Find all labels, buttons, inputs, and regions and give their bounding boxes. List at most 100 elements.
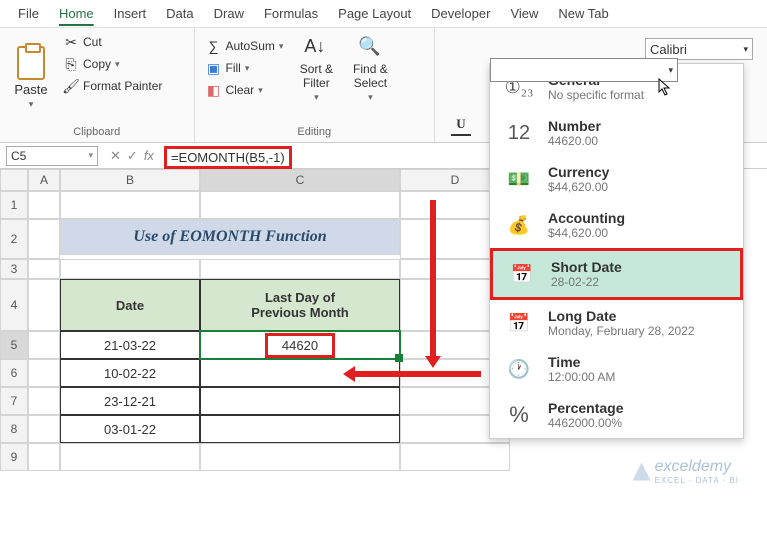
- cell[interactable]: [400, 443, 510, 471]
- sort-filter-button[interactable]: A↓ Sort & Filter ▾: [292, 32, 340, 124]
- col-header-b[interactable]: B: [60, 169, 200, 191]
- cell[interactable]: [28, 219, 60, 259]
- numfmt-sub: 44620.00: [548, 134, 601, 148]
- menu-page-layout[interactable]: Page Layout: [328, 2, 421, 25]
- underline-button[interactable]: U: [451, 116, 471, 136]
- menu-new-tab[interactable]: New Tab: [548, 2, 618, 25]
- numfmt-title: Time: [548, 354, 615, 370]
- cell-date[interactable]: 10-02-22: [60, 359, 200, 387]
- row-header[interactable]: 2: [0, 219, 28, 259]
- menu-draw[interactable]: Draw: [204, 2, 254, 25]
- row-header[interactable]: 6: [0, 359, 28, 387]
- search-icon: 🔍: [358, 36, 382, 60]
- format-painter-label: Format Painter: [83, 79, 162, 93]
- cell[interactable]: [28, 359, 60, 387]
- cell[interactable]: [60, 259, 200, 279]
- menu-view[interactable]: View: [500, 2, 548, 25]
- row-header[interactable]: 9: [0, 443, 28, 471]
- autosum-label: AutoSum: [226, 39, 275, 53]
- numfmt-number[interactable]: 12 Number44620.00: [490, 110, 743, 156]
- cell[interactable]: [200, 443, 400, 471]
- row-header[interactable]: 3: [0, 259, 28, 279]
- cell-date[interactable]: 21-03-22: [60, 331, 200, 359]
- copy-icon: ⎘: [63, 56, 79, 72]
- cell[interactable]: [28, 331, 60, 359]
- menu-formulas[interactable]: Formulas: [254, 2, 328, 25]
- row-header[interactable]: 5: [0, 331, 28, 359]
- numfmt-short-date[interactable]: 📅 Short Date28-02-22: [490, 248, 743, 300]
- menu-data[interactable]: Data: [156, 2, 203, 25]
- numfmt-accounting[interactable]: 💰 Accounting$44,620.00: [490, 202, 743, 248]
- numfmt-sub: 4462000.00%: [548, 416, 623, 430]
- header-line1: Last Day of: [265, 290, 335, 305]
- cell[interactable]: [28, 259, 60, 279]
- col-header-c[interactable]: C: [200, 169, 400, 191]
- cut-label: Cut: [83, 35, 102, 49]
- formula-value: =EOMONTH(B5,-1): [164, 146, 292, 169]
- cell-date[interactable]: 23-12-21: [60, 387, 200, 415]
- col-header-a[interactable]: A: [28, 169, 60, 191]
- find-select-button[interactable]: 🔍 Find & Select ▾: [346, 32, 394, 124]
- fx-icon[interactable]: fx: [144, 148, 154, 163]
- chevron-down-icon: ▾: [668, 65, 673, 76]
- font-name-select[interactable]: Calibri ▾: [645, 38, 753, 60]
- check-icon[interactable]: ✓: [127, 148, 138, 164]
- cell[interactable]: [200, 415, 400, 443]
- paste-button[interactable]: Paste ▾: [8, 32, 54, 124]
- cancel-icon[interactable]: ✕: [110, 148, 121, 164]
- number-format-select[interactable]: ▾: [490, 58, 678, 82]
- numfmt-currency[interactable]: 💵 Currency$44,620.00: [490, 156, 743, 202]
- cell[interactable]: [60, 191, 200, 219]
- copy-button[interactable]: ⎘Copy ▾: [60, 54, 165, 74]
- calendar-icon: 📅: [502, 308, 536, 338]
- clear-button[interactable]: ◧Clear ▾: [203, 80, 287, 100]
- brush-icon: 🖌: [63, 78, 79, 94]
- select-all-corner[interactable]: [0, 169, 28, 191]
- menu-home[interactable]: Home: [49, 2, 104, 25]
- watermark: exceldemy EXCEL · DATA · BI: [633, 458, 739, 485]
- scissors-icon: ✂: [63, 34, 79, 50]
- table-header-ldpm[interactable]: Last Day ofPrevious Month: [200, 279, 400, 331]
- cut-button[interactable]: ✂ Cut: [60, 32, 165, 52]
- cell-date[interactable]: 03-01-22: [60, 415, 200, 443]
- cell[interactable]: [200, 259, 400, 279]
- cell[interactable]: [60, 443, 200, 471]
- copy-label: Copy: [83, 57, 111, 71]
- row-header[interactable]: 1: [0, 191, 28, 219]
- menu-insert[interactable]: Insert: [104, 2, 157, 25]
- format-painter-button[interactable]: 🖌 Format Painter: [60, 76, 165, 96]
- cell[interactable]: [200, 387, 400, 415]
- cell[interactable]: [200, 191, 400, 219]
- numfmt-long-date[interactable]: 📅 Long DateMonday, February 28, 2022: [490, 300, 743, 346]
- cell[interactable]: [28, 279, 60, 331]
- autosum-button[interactable]: ∑AutoSum ▾: [203, 36, 287, 56]
- row-header[interactable]: 7: [0, 387, 28, 415]
- clipboard-group-label: Clipboard: [8, 124, 186, 140]
- table-header-date[interactable]: Date: [60, 279, 200, 331]
- active-cell[interactable]: 44620: [200, 331, 400, 359]
- numfmt-percentage[interactable]: % Percentage4462000.00%: [490, 392, 743, 438]
- number-format-dropdown: ▾ ①₂₃ GeneralNo specific format 12 Numbe…: [489, 63, 744, 439]
- logo-icon: [633, 463, 651, 481]
- numfmt-time[interactable]: 🕐 Time12:00:00 AM: [490, 346, 743, 392]
- header-line2: Previous Month: [251, 305, 349, 320]
- menu-developer[interactable]: Developer: [421, 2, 500, 25]
- cell[interactable]: [28, 387, 60, 415]
- name-box[interactable]: C5 ▾: [6, 146, 98, 166]
- clock-icon: 🕐: [502, 354, 536, 384]
- fill-handle[interactable]: [395, 354, 403, 362]
- cell[interactable]: [28, 443, 60, 471]
- row-header[interactable]: 4: [0, 279, 28, 331]
- row-header[interactable]: 8: [0, 415, 28, 443]
- numfmt-sub: No specific format: [548, 88, 644, 102]
- cell[interactable]: [28, 415, 60, 443]
- name-box-value: C5: [11, 149, 26, 163]
- numfmt-sub: $44,620.00: [548, 226, 625, 240]
- cursor-icon: [658, 78, 672, 96]
- accounting-icon: 💰: [502, 210, 536, 240]
- fill-button[interactable]: ▣Fill ▾: [203, 58, 287, 78]
- cell[interactable]: [28, 191, 60, 219]
- currency-icon: 💵: [502, 164, 536, 194]
- menu-file[interactable]: File: [8, 2, 49, 25]
- title-banner[interactable]: Use of EOMONTH Function: [60, 219, 400, 255]
